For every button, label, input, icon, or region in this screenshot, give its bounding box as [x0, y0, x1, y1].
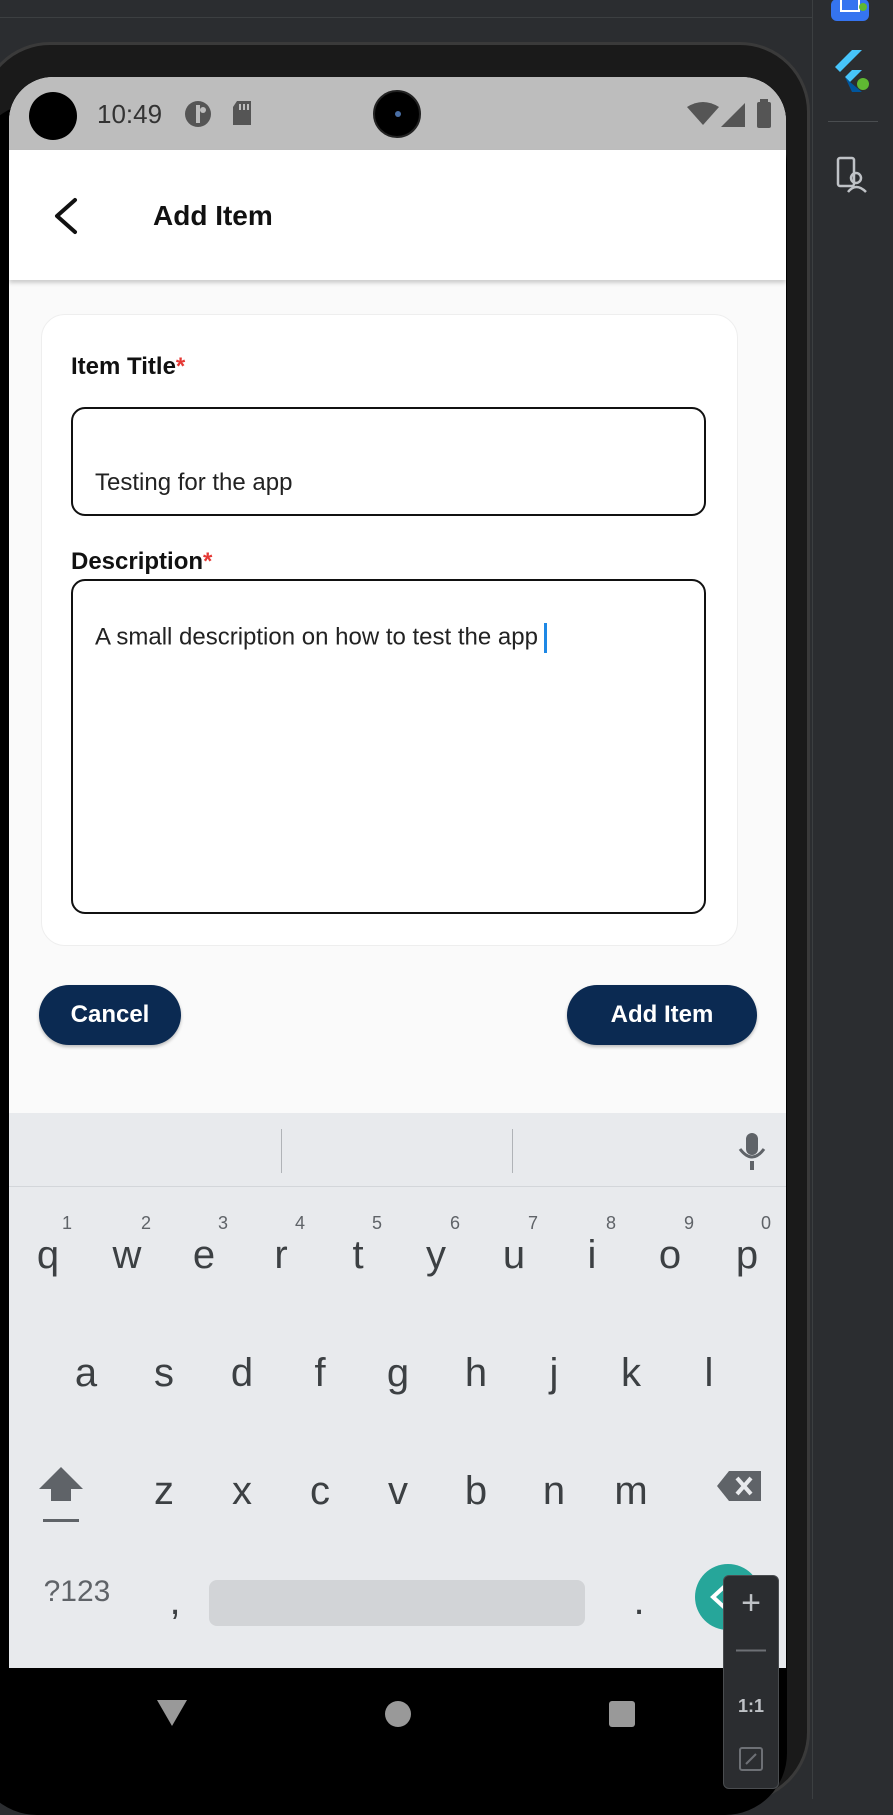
key-r[interactable]: r	[251, 1233, 311, 1278]
app-bar: Add Item	[9, 150, 786, 280]
nav-home-icon[interactable]	[383, 1699, 413, 1729]
suggestion-divider	[512, 1129, 513, 1173]
system-nav-bar	[9, 1668, 786, 1759]
required-asterisk: *	[203, 548, 213, 575]
key-t[interactable]: t	[328, 1233, 388, 1278]
wifi-icon	[687, 102, 719, 125]
text-caret	[543, 623, 547, 653]
zoom-out-button[interactable]: —	[724, 1632, 778, 1666]
device-manager-icon	[836, 156, 867, 193]
ide-separator	[828, 121, 878, 122]
comma-key[interactable]: ,	[145, 1579, 205, 1624]
key-a[interactable]: a	[56, 1351, 116, 1396]
running-devices-button[interactable]	[822, 0, 878, 42]
key-z[interactable]: z	[134, 1469, 194, 1514]
key-j[interactable]: j	[524, 1351, 584, 1396]
suggestion-strip	[9, 1113, 786, 1187]
key-hint: 6	[450, 1213, 461, 1233]
shift-icon[interactable]	[37, 1463, 85, 1525]
description-value: A small description on how to test the a…	[95, 623, 547, 653]
nav-recents-icon[interactable]	[607, 1699, 637, 1729]
key-i[interactable]: i	[562, 1233, 622, 1278]
key-v[interactable]: v	[368, 1469, 428, 1514]
key-hint: 9	[684, 1213, 695, 1233]
flutter-icon	[835, 50, 869, 92]
description-label: Description*	[71, 548, 213, 575]
cancel-button[interactable]: Cancel	[39, 985, 181, 1045]
zoom-reset-button[interactable]: 1:1	[724, 1696, 778, 1717]
key-hint: 7	[528, 1213, 539, 1233]
key-n[interactable]: n	[524, 1469, 584, 1514]
key-m[interactable]: m	[601, 1469, 661, 1514]
key-hint: 5	[372, 1213, 383, 1233]
key-f[interactable]: f	[290, 1351, 350, 1396]
key-l[interactable]: l	[679, 1351, 739, 1396]
description-input[interactable]: A small description on how to test the a…	[71, 579, 706, 914]
item-title-input[interactable]: Testing for the app	[71, 407, 706, 516]
zoom-in-button[interactable]: +	[724, 1584, 778, 1623]
item-title-label: Item Title*	[71, 353, 186, 380]
key-hint: 1	[62, 1213, 73, 1233]
status-time: 10:49	[97, 99, 163, 129]
flutter-inspector-button[interactable]	[822, 42, 878, 98]
key-c[interactable]: c	[290, 1469, 350, 1514]
key-hint: 8	[606, 1213, 617, 1233]
key-s[interactable]: s	[134, 1351, 194, 1396]
front-camera	[373, 90, 421, 138]
key-k[interactable]: k	[601, 1351, 661, 1396]
signal-icon	[721, 103, 745, 127]
key-b[interactable]: b	[446, 1469, 506, 1514]
key-o[interactable]: o	[640, 1233, 700, 1278]
key-q[interactable]: q	[18, 1233, 78, 1278]
suggestion-divider	[281, 1129, 282, 1173]
fit-screen-icon	[739, 1747, 763, 1771]
key-x[interactable]: x	[212, 1469, 272, 1514]
key-hint: 2	[141, 1213, 152, 1233]
backspace-icon[interactable]	[715, 1469, 763, 1503]
key-u[interactable]: u	[484, 1233, 544, 1278]
ide-top-bar	[0, 0, 812, 18]
back-button[interactable]	[39, 188, 95, 244]
battery-icon	[757, 99, 771, 128]
zoom-fit-button[interactable]	[724, 1746, 778, 1777]
key-d[interactable]: d	[212, 1351, 272, 1396]
item-title-value: Testing for the app	[95, 469, 293, 496]
zoom-toolbar: + — 1:1	[723, 1575, 779, 1789]
add-item-button[interactable]: Add Item	[567, 985, 757, 1045]
nav-back-icon[interactable]	[155, 1698, 189, 1728]
key-hint: 0	[761, 1213, 772, 1233]
key-y[interactable]: y	[406, 1233, 466, 1278]
page-title: Add Item	[153, 200, 273, 231]
soft-keyboard: q1 w2 e3 r4 t5 y6 u7 i8 o9 p0 asdfghjkl zxcvbnm ?…	[9, 1113, 786, 1668]
microphone-icon[interactable]	[737, 1131, 767, 1171]
ide-right-toolbar	[812, 0, 893, 1799]
key-p[interactable]: p	[717, 1233, 777, 1278]
data-saver-icon	[185, 101, 211, 127]
back-arrow-icon	[55, 198, 77, 234]
space-bar[interactable]	[209, 1580, 585, 1626]
symbols-key[interactable]: ?123	[37, 1575, 117, 1609]
period-key[interactable]: .	[609, 1579, 669, 1624]
running-devices-icon	[831, 0, 869, 21]
key-h[interactable]: h	[446, 1351, 506, 1396]
key-w[interactable]: w	[97, 1233, 157, 1278]
phone-screen: 10:49 Add Item Item Title* Testing for t…	[9, 77, 786, 1759]
status-bar: 10:49	[9, 77, 786, 150]
key-e[interactable]: e	[174, 1233, 234, 1278]
device-manager-button[interactable]	[822, 146, 878, 202]
key-hint: 4	[295, 1213, 306, 1233]
required-asterisk: *	[175, 353, 186, 380]
sd-card-icon	[233, 101, 251, 125]
key-hint: 3	[218, 1213, 229, 1233]
key-g[interactable]: g	[368, 1351, 428, 1396]
camera-cutout-left	[29, 92, 77, 140]
